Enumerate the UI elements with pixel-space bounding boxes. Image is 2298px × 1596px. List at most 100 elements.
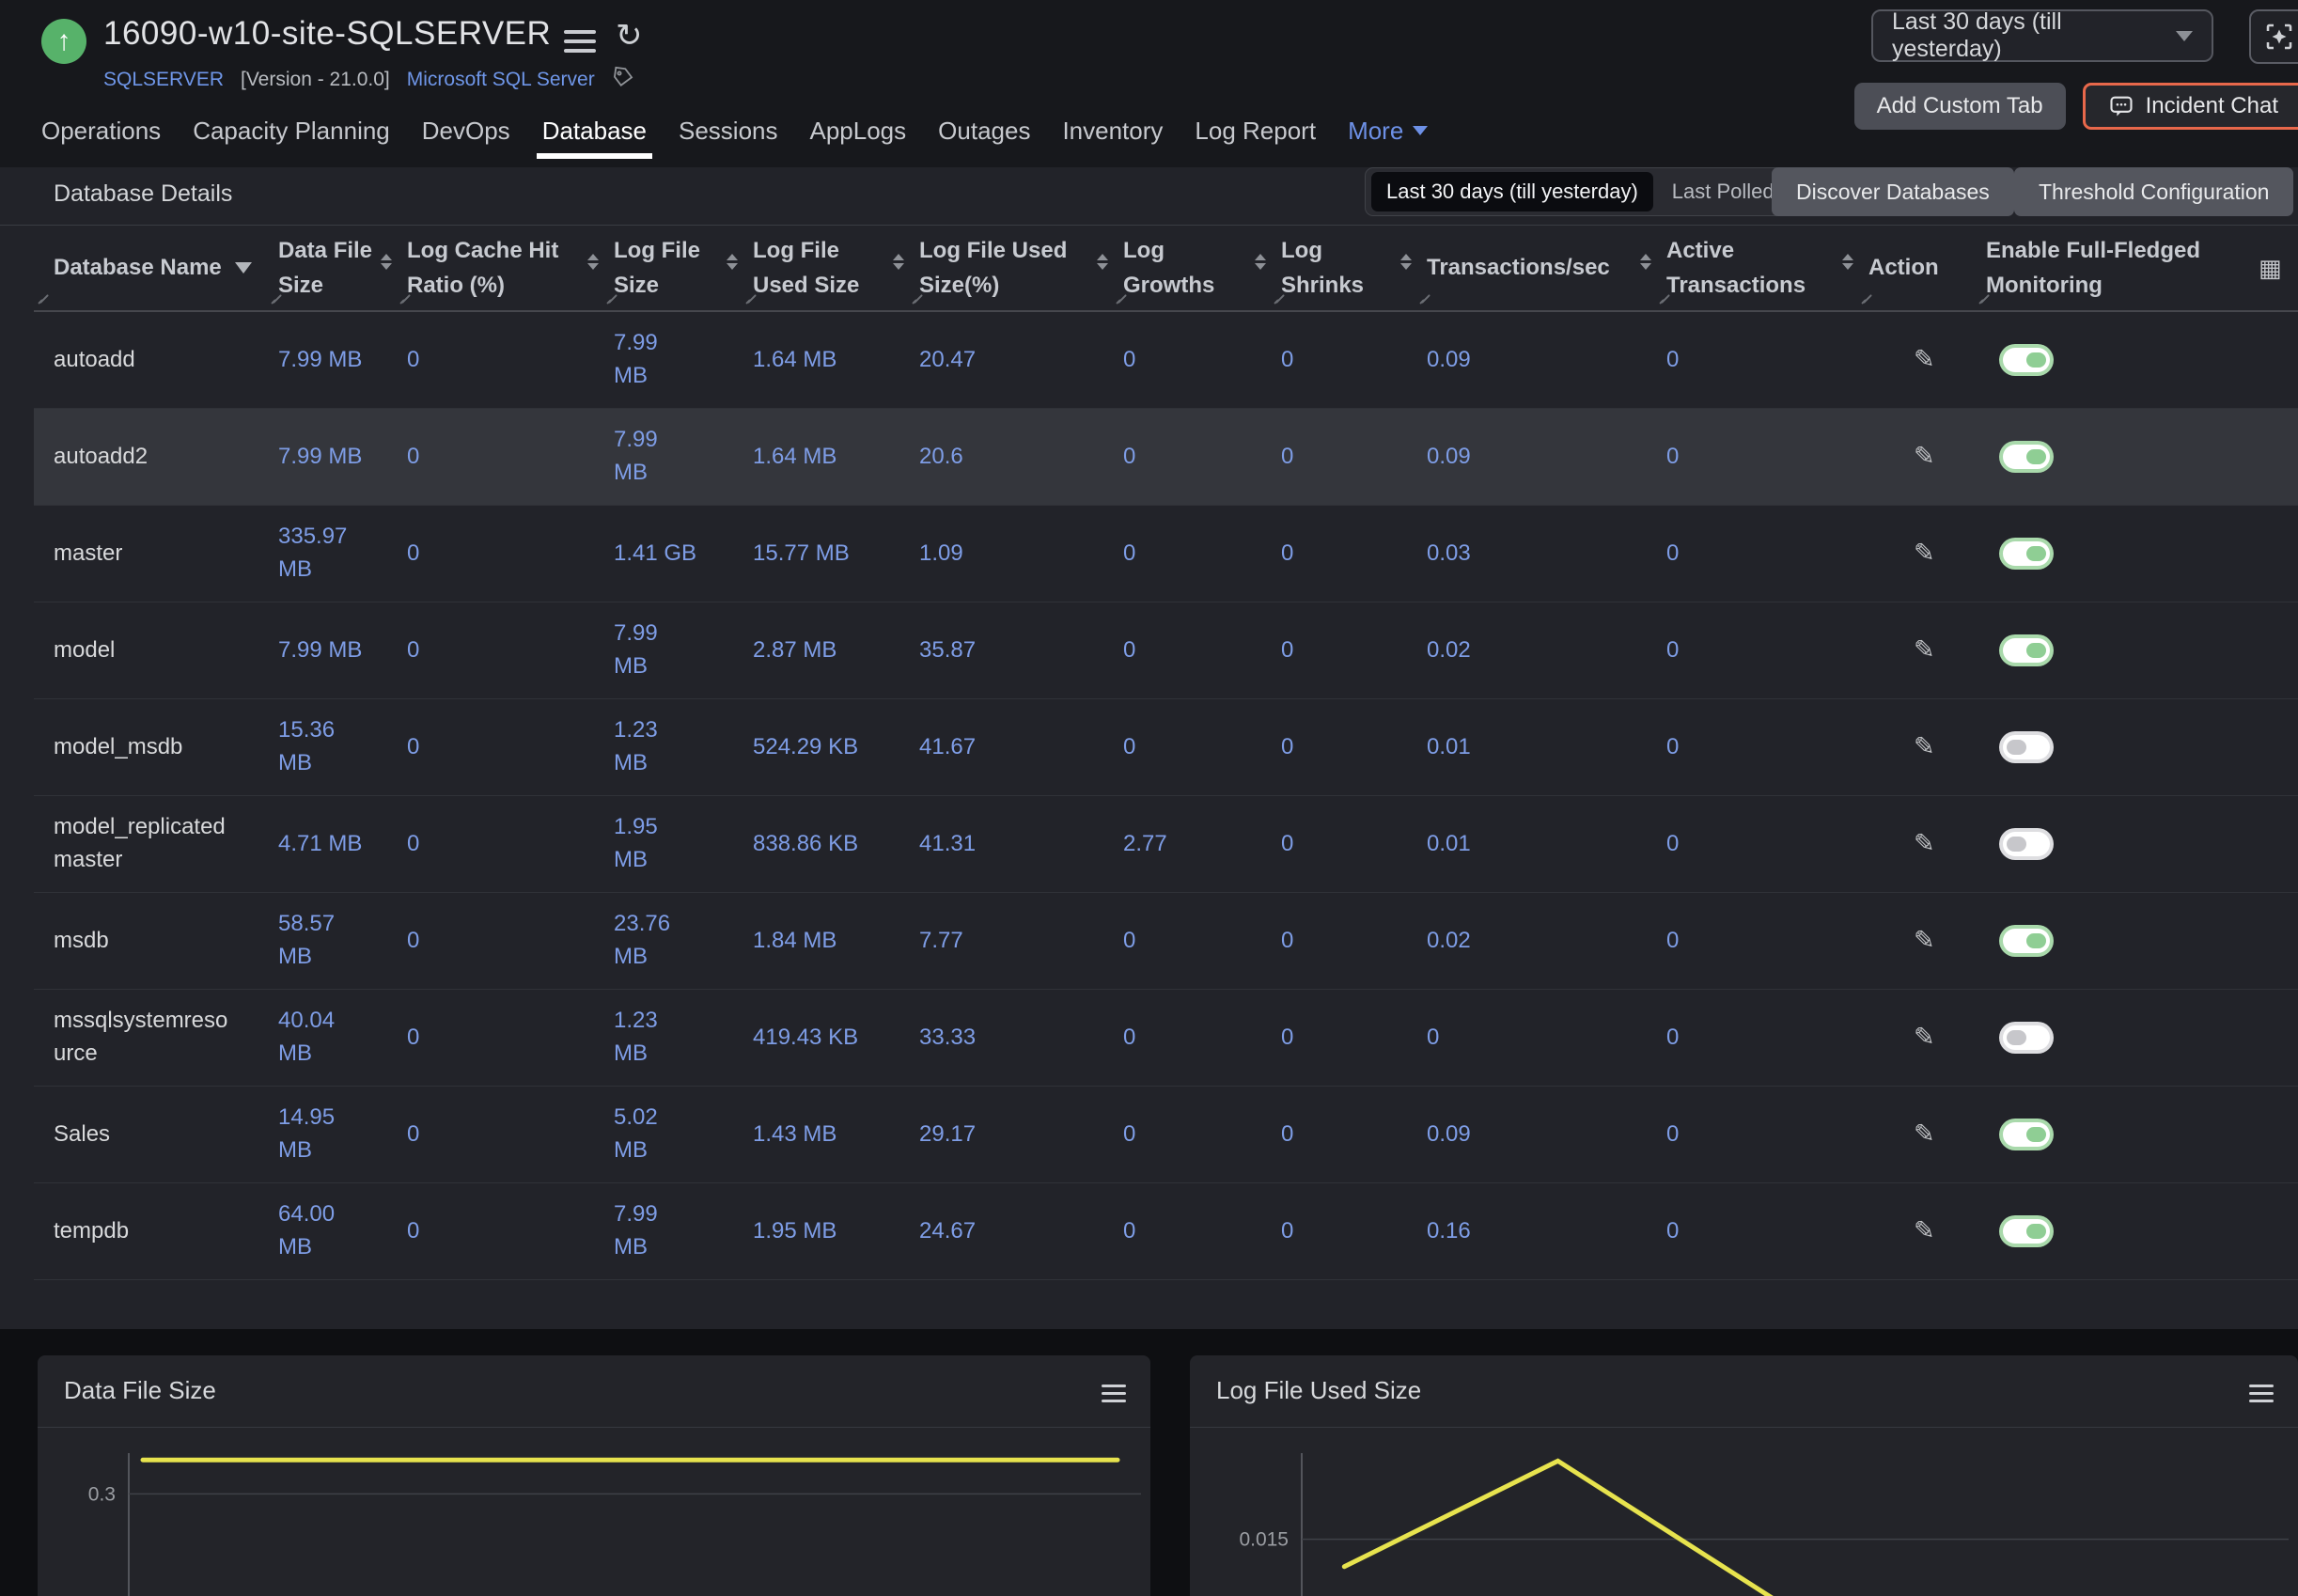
metric-value[interactable]: 0.09 [1415, 312, 1655, 408]
metric-value[interactable]: 0.09 [1415, 409, 1655, 505]
threshold-configuration-button[interactable]: Threshold Configuration [2014, 167, 2293, 216]
metric-value[interactable]: 7.99 MB [602, 1183, 742, 1279]
tag-icon[interactable] [612, 66, 634, 94]
metric-value[interactable]: 4.71 MB [267, 796, 396, 892]
full-fledged-monitoring-toggle[interactable] [2003, 445, 2050, 469]
metric-value[interactable]: 1.23 MB [602, 990, 742, 1086]
discover-databases-button[interactable]: Discover Databases [1772, 167, 2014, 216]
metric-value[interactable]: 5.02 MB [602, 1087, 742, 1182]
column-resize-handle[interactable] [273, 293, 286, 305]
metric-value[interactable]: 15.36 MB [267, 699, 396, 795]
metric-value[interactable]: 1.43 MB [742, 1087, 908, 1182]
tab-outages[interactable]: Outages [938, 117, 1030, 159]
metric-value[interactable]: 1.09 [908, 506, 1112, 602]
column-resize-handle[interactable] [914, 293, 927, 305]
metric-value[interactable]: 838.86 KB [742, 796, 908, 892]
period-toggle-selected[interactable]: Last 30 days (till yesterday) [1371, 172, 1653, 211]
column-header-transactions-sec[interactable]: Transactions/sec [1415, 226, 1655, 310]
period-toggle-last-polled[interactable]: Last Polled [1657, 172, 1790, 211]
metric-value[interactable]: 0 [396, 1183, 602, 1279]
metric-value[interactable]: 1.95 MB [742, 1183, 908, 1279]
tab-sessions[interactable]: Sessions [679, 117, 778, 159]
metric-value[interactable]: 0 [1270, 312, 1415, 408]
column-header-data-file-size[interactable]: Data File Size [267, 226, 396, 310]
metric-value[interactable]: 0.01 [1415, 699, 1655, 795]
metric-value[interactable]: 7.99 MB [602, 312, 742, 408]
column-header-log-growths[interactable]: Log Growths [1112, 226, 1270, 310]
column-header-log-file-size[interactable]: Log File Size [602, 226, 742, 310]
metric-value[interactable]: 0 [1270, 796, 1415, 892]
metric-value[interactable]: 0 [396, 312, 602, 408]
metric-value[interactable]: 7.99 MB [602, 409, 742, 505]
metric-value[interactable]: 0 [1112, 699, 1270, 795]
metric-value[interactable]: 0 [1655, 506, 1857, 602]
column-resize-handle[interactable] [1863, 293, 1876, 305]
full-fledged-monitoring-toggle[interactable] [2003, 929, 2050, 953]
sort-icon[interactable] [727, 254, 738, 270]
sort-icon[interactable] [893, 254, 904, 270]
metric-value[interactable]: 20.6 [908, 409, 1112, 505]
column-header-log-file-used-size[interactable]: Log File Used Size(%) [908, 226, 1112, 310]
metric-value[interactable]: 40.04 MB [267, 990, 396, 1086]
category-link[interactable]: Microsoft SQL Server [407, 69, 595, 91]
metric-value[interactable]: 0 [1270, 409, 1415, 505]
column-resize-handle[interactable] [1980, 293, 1993, 305]
sort-icon[interactable] [1842, 254, 1853, 270]
metric-value[interactable]: 0 [1112, 409, 1270, 505]
edit-pencil-icon[interactable]: ✎ [1868, 1019, 1935, 1056]
metric-value[interactable]: 1.95 MB [602, 796, 742, 892]
tab-operations[interactable]: Operations [41, 117, 161, 159]
column-header-active-transactions[interactable]: Active Transactions [1655, 226, 1857, 310]
metric-value[interactable]: 35.87 [908, 602, 1112, 698]
metric-value[interactable]: 33.33 [908, 990, 1112, 1086]
metric-value[interactable]: 0.02 [1415, 893, 1655, 989]
metric-value[interactable]: 23.76 MB [602, 893, 742, 989]
metric-value[interactable]: 0 [1655, 602, 1857, 698]
tab-capacity-planning[interactable]: Capacity Planning [193, 117, 390, 159]
edit-pencil-icon[interactable]: ✎ [1868, 728, 1935, 765]
metric-value[interactable]: 24.67 [908, 1183, 1112, 1279]
metric-value[interactable]: 335.97 MB [267, 506, 396, 602]
column-header-log-cache-hit-ratio[interactable]: Log Cache Hit Ratio (%) [396, 226, 602, 310]
metric-value[interactable]: 0 [1655, 893, 1857, 989]
edit-pencil-icon[interactable]: ✎ [1868, 438, 1935, 475]
metric-value[interactable]: 1.64 MB [742, 409, 908, 505]
sort-icon[interactable] [1097, 254, 1108, 270]
tab-devops[interactable]: DevOps [422, 117, 510, 159]
column-chooser-icon[interactable]: ▦ [2259, 254, 2282, 283]
metric-value[interactable]: 0 [1270, 699, 1415, 795]
column-resize-handle[interactable] [39, 293, 53, 305]
column-resize-handle[interactable] [1118, 293, 1131, 305]
metric-value[interactable]: 0 [1415, 990, 1655, 1086]
metric-value[interactable]: 7.99 MB [267, 312, 396, 408]
metric-value[interactable]: 0 [1270, 602, 1415, 698]
metric-value[interactable]: 419.43 KB [742, 990, 908, 1086]
full-fledged-monitoring-toggle[interactable] [2003, 832, 2050, 856]
metric-value[interactable]: 58.57 MB [267, 893, 396, 989]
metric-value[interactable]: 7.99 MB [267, 409, 396, 505]
metric-value[interactable]: 0 [1655, 699, 1857, 795]
refresh-icon[interactable]: ↻ [616, 17, 643, 55]
metric-value[interactable]: 7.77 [908, 893, 1112, 989]
metric-value[interactable]: 7.99 MB [267, 602, 396, 698]
metric-value[interactable]: 0 [1270, 506, 1415, 602]
edit-pencil-icon[interactable]: ✎ [1868, 825, 1935, 862]
column-resize-handle[interactable] [1661, 293, 1674, 305]
edit-pencil-icon[interactable]: ✎ [1868, 535, 1935, 571]
metric-value[interactable]: 2.77 [1112, 796, 1270, 892]
metric-value[interactable]: 0.01 [1415, 796, 1655, 892]
incident-chat-button[interactable]: Incident Chat [2083, 83, 2298, 130]
column-resize-handle[interactable] [1275, 293, 1289, 305]
edit-pencil-icon[interactable]: ✎ [1868, 1116, 1935, 1152]
sort-icon[interactable] [1640, 254, 1651, 270]
metric-value[interactable]: 0 [1655, 1087, 1857, 1182]
metric-value[interactable]: 0 [1655, 990, 1857, 1086]
sort-icon[interactable] [381, 254, 392, 270]
metric-value[interactable]: 2.87 MB [742, 602, 908, 698]
metric-value[interactable]: 0 [396, 990, 602, 1086]
full-fledged-monitoring-toggle[interactable] [2003, 1219, 2050, 1244]
metric-value[interactable]: 1.84 MB [742, 893, 908, 989]
column-header-log-file-used-size[interactable]: Log File Used Size [742, 226, 908, 310]
metric-value[interactable]: 0 [1112, 893, 1270, 989]
full-fledged-monitoring-toggle[interactable] [2003, 541, 2050, 566]
